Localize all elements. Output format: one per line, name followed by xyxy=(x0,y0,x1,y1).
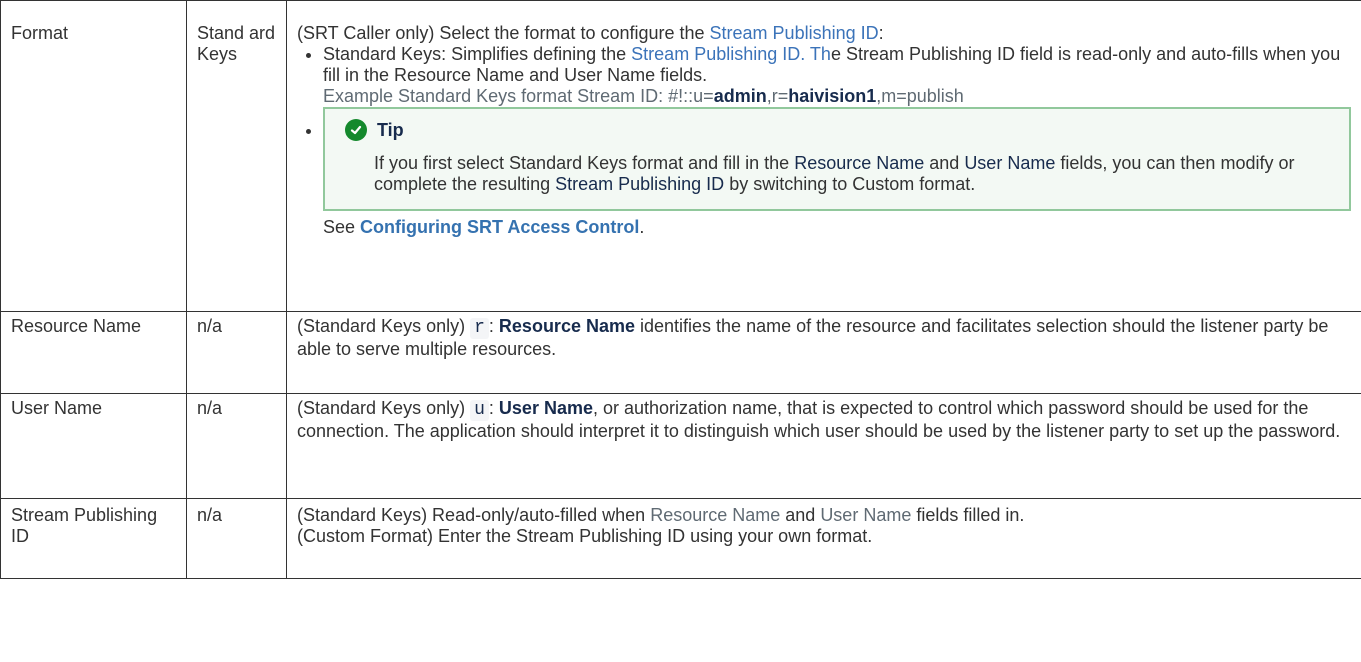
param-default: Stand ard Keys xyxy=(186,0,287,312)
list-item: Standard Keys: Simplifies defining the S… xyxy=(323,44,1351,107)
param-description: (Standard Keys) Read-only/auto-filled wh… xyxy=(286,498,1361,579)
table-row-resource-name: Resource Name n/a (Standard Keys only) r… xyxy=(0,311,1361,394)
parameters-table: Format Stand ard Keys (SRT Caller only) … xyxy=(0,0,1361,579)
param-description: (Standard Keys only) r: Resource Name id… xyxy=(286,311,1361,394)
param-default: n/a xyxy=(186,498,287,579)
param-description: (Standard Keys only) u: User Name, or au… xyxy=(286,393,1361,499)
tip-title: Tip xyxy=(377,119,404,140)
tip-body: If you first select Standard Keys format… xyxy=(374,153,1295,194)
table-row-format: Format Stand ard Keys (SRT Caller only) … xyxy=(0,0,1361,312)
param-name: Stream Publishing ID xyxy=(0,498,187,579)
param-description: (SRT Caller only) Select the format to c… xyxy=(286,0,1361,312)
param-default: n/a xyxy=(186,393,287,499)
list-item: Tip If you first select Standard Keys fo… xyxy=(323,107,1351,238)
param-name: Resource Name xyxy=(0,311,187,394)
param-name: Format xyxy=(0,0,187,312)
see-also: See Configuring SRT Access Control. xyxy=(323,217,645,237)
stream-publishing-id-term: Stream Publishing ID xyxy=(709,23,879,43)
param-default: n/a xyxy=(186,311,287,394)
code-r: r xyxy=(470,318,489,339)
param-name: User Name xyxy=(0,393,187,499)
table-row-stream-publishing-id: Stream Publishing ID n/a (Standard Keys)… xyxy=(0,498,1361,579)
check-circle-icon xyxy=(345,119,367,141)
format-options-list: Standard Keys: Simplifies defining the S… xyxy=(297,44,1351,238)
format-intro: (SRT Caller only) Select the format to c… xyxy=(297,23,884,43)
tip-panel: Tip If you first select Standard Keys fo… xyxy=(323,107,1351,211)
code-u: u xyxy=(470,400,489,421)
configuring-srt-access-control-link[interactable]: Configuring SRT Access Control xyxy=(360,217,639,237)
table-row-user-name: User Name n/a (Standard Keys only) u: Us… xyxy=(0,393,1361,499)
